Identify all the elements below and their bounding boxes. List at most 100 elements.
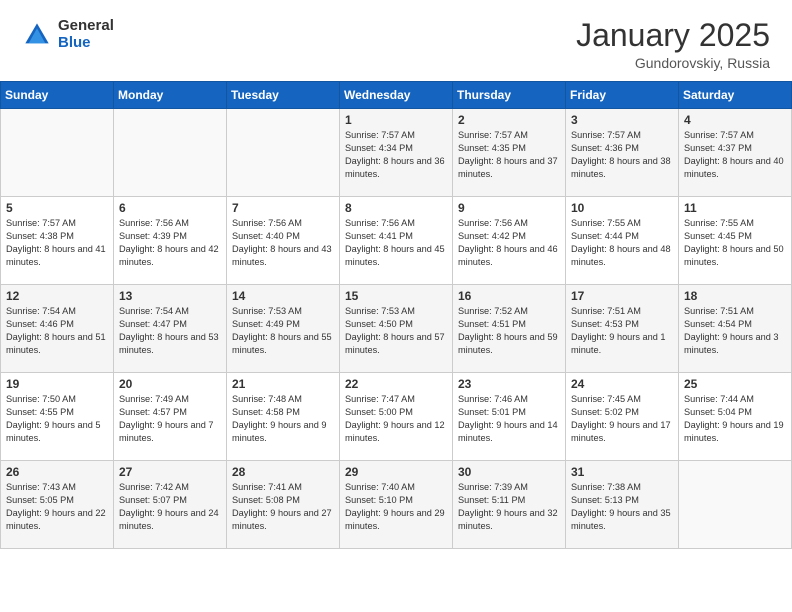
calendar-cell: 21 Sunrise: 7:48 AM Sunset: 4:58 PM Dayli… [227,373,340,461]
calendar-cell: 8 Sunrise: 7:56 AM Sunset: 4:41 PM Daylig… [340,197,453,285]
day-number: 3 [571,113,673,127]
calendar-cell [679,461,792,549]
day-info: Sunrise: 7:56 AM Sunset: 4:39 PM Dayligh… [119,217,221,269]
logo: General Blue [22,18,114,51]
calendar-cell: 14 Sunrise: 7:53 AM Sunset: 4:49 PM Dayli… [227,285,340,373]
day-number: 8 [345,201,447,215]
calendar-cell: 5Sunrise: 7:57 AM Sunset: 4:38 PM Daylig… [1,197,114,285]
col-monday: Monday [114,82,227,109]
day-number: 23 [458,377,560,391]
day-number: 13 [119,289,221,303]
month-title: January 2025 [576,18,770,53]
calendar-cell: 28 Sunrise: 7:41 AM Sunset: 5:08 PM Dayli… [227,461,340,549]
day-number: 30 [458,465,560,479]
calendar-cell: 31 Sunrise: 7:38 AM Sunset: 5:13 PM Dayli… [566,461,679,549]
calendar-cell: 17Sunrise: 7:51 AM Sunset: 4:53 PM Dayli… [566,285,679,373]
col-wednesday: Wednesday [340,82,453,109]
col-sunday: Sunday [1,82,114,109]
day-info: Sunrise: 7:55 AM Sunset: 4:45 PM Dayligh… [684,217,786,269]
day-number: 12 [6,289,108,303]
calendar-cell: 19Sunrise: 7:50 AM Sunset: 4:55 PM Dayli… [1,373,114,461]
calendar-cell: 4 Sunrise: 7:57 AM Sunset: 4:37 PM Daylig… [679,109,792,197]
day-number: 2 [458,113,560,127]
calendar-cell: 12 Sunrise: 7:54 AM Sunset: 4:46 PM Dayli… [1,285,114,373]
day-info: Sunrise: 7:46 AM Sunset: 5:01 PM Dayligh… [458,393,560,445]
day-number: 31 [571,465,673,479]
calendar-week-row: 12 Sunrise: 7:54 AM Sunset: 4:46 PM Dayli… [1,285,792,373]
calendar-cell: 20 Sunrise: 7:49 AM Sunset: 4:57 PM Dayli… [114,373,227,461]
calendar-cell: 11 Sunrise: 7:55 AM Sunset: 4:45 PM Dayli… [679,197,792,285]
calendar-cell [1,109,114,197]
calendar-cell: 23 Sunrise: 7:46 AM Sunset: 5:01 PM Dayli… [453,373,566,461]
day-number: 5 [6,201,108,215]
day-info: Sunrise: 7:47 AM Sunset: 5:00 PM Dayligh… [345,393,447,445]
day-info: Sunrise: 7:43 AM Sunset: 5:05 PM Dayligh… [6,481,108,533]
calendar-cell: 25Sunrise: 7:44 AM Sunset: 5:04 PM Dayli… [679,373,792,461]
day-info: Sunrise: 7:57 AM Sunset: 4:35 PM Dayligh… [458,129,560,181]
day-info: Sunrise: 7:42 AM Sunset: 5:07 PM Dayligh… [119,481,221,533]
day-number: 21 [232,377,334,391]
day-info: Sunrise: 7:41 AM Sunset: 5:08 PM Dayligh… [232,481,334,533]
calendar-cell: 2 Sunrise: 7:57 AM Sunset: 4:35 PM Daylig… [453,109,566,197]
day-number: 18 [684,289,786,303]
day-number: 14 [232,289,334,303]
day-info: Sunrise: 7:54 AM Sunset: 4:47 PM Dayligh… [119,305,221,357]
day-number: 1 [345,113,447,127]
calendar-body: 1 Sunrise: 7:57 AM Sunset: 4:34 PM Daylig… [1,109,792,549]
header-row: Sunday Monday Tuesday Wednesday Thursday… [1,82,792,109]
calendar-cell: 7Sunrise: 7:56 AM Sunset: 4:40 PM Daylig… [227,197,340,285]
day-number: 15 [345,289,447,303]
day-info: Sunrise: 7:53 AM Sunset: 4:49 PM Dayligh… [232,305,334,357]
calendar-cell [114,109,227,197]
day-info: Sunrise: 7:57 AM Sunset: 4:34 PM Dayligh… [345,129,447,181]
calendar-cell: 29 Sunrise: 7:40 AM Sunset: 5:10 PM Dayli… [340,461,453,549]
day-info: Sunrise: 7:40 AM Sunset: 5:10 PM Dayligh… [345,481,447,533]
calendar-cell: 1 Sunrise: 7:57 AM Sunset: 4:34 PM Daylig… [340,109,453,197]
calendar-cell: 6 Sunrise: 7:56 AM Sunset: 4:39 PM Daylig… [114,197,227,285]
calendar-cell: 26 Sunrise: 7:43 AM Sunset: 5:05 PM Dayli… [1,461,114,549]
col-friday: Friday [566,82,679,109]
day-number: 16 [458,289,560,303]
col-thursday: Thursday [453,82,566,109]
calendar-header: Sunday Monday Tuesday Wednesday Thursday… [1,82,792,109]
day-info: Sunrise: 7:53 AM Sunset: 4:50 PM Dayligh… [345,305,447,357]
calendar-cell: 10 Sunrise: 7:55 AM Sunset: 4:44 PM Dayli… [566,197,679,285]
day-info: Sunrise: 7:55 AM Sunset: 4:44 PM Dayligh… [571,217,673,269]
day-info: Sunrise: 7:51 AM Sunset: 4:54 PM Dayligh… [684,305,786,357]
day-info: Sunrise: 7:45 AM Sunset: 5:02 PM Dayligh… [571,393,673,445]
day-info: Sunrise: 7:54 AM Sunset: 4:46 PM Dayligh… [6,305,108,357]
day-info: Sunrise: 7:56 AM Sunset: 4:42 PM Dayligh… [458,217,560,269]
calendar: Sunday Monday Tuesday Wednesday Thursday… [0,81,792,549]
day-number: 20 [119,377,221,391]
day-number: 11 [684,201,786,215]
day-number: 24 [571,377,673,391]
day-info: Sunrise: 7:50 AM Sunset: 4:55 PM Dayligh… [6,393,108,445]
day-number: 17 [571,289,673,303]
calendar-week-row: 1 Sunrise: 7:57 AM Sunset: 4:34 PM Daylig… [1,109,792,197]
calendar-cell [227,109,340,197]
day-info: Sunrise: 7:57 AM Sunset: 4:37 PM Dayligh… [684,129,786,181]
col-saturday: Saturday [679,82,792,109]
calendar-cell: 27Sunrise: 7:42 AM Sunset: 5:07 PM Dayli… [114,461,227,549]
day-info: Sunrise: 7:39 AM Sunset: 5:11 PM Dayligh… [458,481,560,533]
calendar-week-row: 19Sunrise: 7:50 AM Sunset: 4:55 PM Dayli… [1,373,792,461]
day-number: 29 [345,465,447,479]
calendar-week-row: 26 Sunrise: 7:43 AM Sunset: 5:05 PM Dayli… [1,461,792,549]
col-tuesday: Tuesday [227,82,340,109]
day-number: 26 [6,465,108,479]
day-number: 4 [684,113,786,127]
day-number: 9 [458,201,560,215]
day-number: 6 [119,201,221,215]
day-info: Sunrise: 7:48 AM Sunset: 4:58 PM Dayligh… [232,393,334,445]
header: General Blue January 2025 Gundorovskiy, … [0,0,792,81]
calendar-cell: 9 Sunrise: 7:56 AM Sunset: 4:42 PM Daylig… [453,197,566,285]
day-info: Sunrise: 7:57 AM Sunset: 4:36 PM Dayligh… [571,129,673,181]
day-info: Sunrise: 7:49 AM Sunset: 4:57 PM Dayligh… [119,393,221,445]
day-info: Sunrise: 7:38 AM Sunset: 5:13 PM Dayligh… [571,481,673,533]
day-info: Sunrise: 7:44 AM Sunset: 5:04 PM Dayligh… [684,393,786,445]
day-number: 10 [571,201,673,215]
day-info: Sunrise: 7:56 AM Sunset: 4:41 PM Dayligh… [345,217,447,269]
calendar-cell: 24 Sunrise: 7:45 AM Sunset: 5:02 PM Dayli… [566,373,679,461]
location: Gundorovskiy, Russia [576,55,770,71]
day-number: 28 [232,465,334,479]
